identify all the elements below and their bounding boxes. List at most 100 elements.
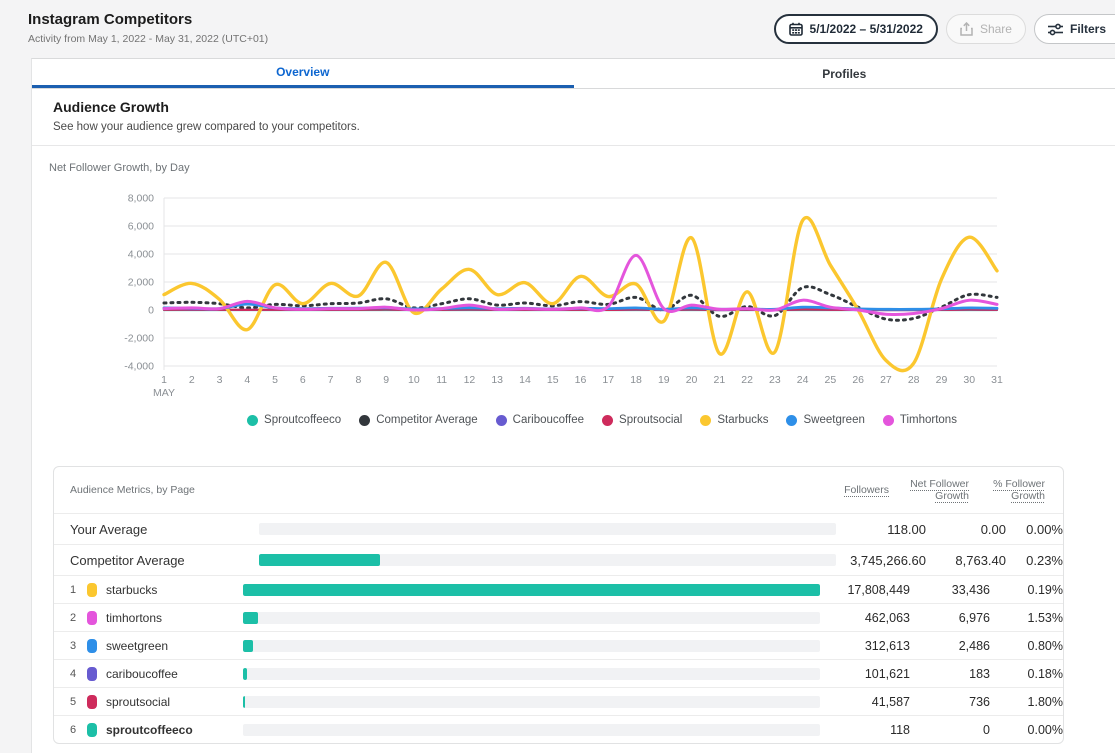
followers-value: 41,587	[820, 695, 910, 709]
svg-text:14: 14	[519, 374, 531, 386]
followers-bar	[243, 612, 820, 624]
svg-text:7: 7	[328, 374, 334, 386]
table-row-sproutcoffeeco[interactable]: 6 sproutcoffeeco 118 0 0.00%	[54, 715, 1063, 743]
header-actions: 5/1/2022 – 5/31/2022 Share Filters	[774, 14, 1115, 44]
svg-text:26: 26	[852, 374, 864, 386]
tab-bar: Overview Profiles	[32, 59, 1115, 89]
legend-item[interactable]: Sproutsocial	[602, 414, 682, 426]
row-label: Your Average	[70, 522, 259, 537]
rank: 1	[70, 584, 78, 596]
tab-overview[interactable]: Overview	[32, 59, 574, 88]
profile-color-swatch	[87, 667, 97, 681]
pct-growth-value: 0.00%	[990, 723, 1063, 737]
pct-growth-value: 1.53%	[990, 611, 1063, 625]
followers-value: 3,745,266.60	[836, 553, 926, 568]
column-header-pct-follower-growth[interactable]: % Follower Growth	[969, 478, 1045, 502]
legend-color-dot	[359, 415, 370, 426]
profile-name: cariboucoffee	[106, 667, 178, 681]
net-growth-value: 736	[910, 695, 990, 709]
svg-text:10: 10	[408, 374, 420, 386]
net-growth-value: 0	[910, 723, 990, 737]
legend-color-dot	[247, 415, 258, 426]
date-range-button[interactable]: 5/1/2022 – 5/31/2022	[774, 14, 938, 44]
profile-color-swatch	[87, 639, 97, 653]
legend-label: Sproutsocial	[619, 414, 682, 426]
net-follower-growth-chart: Net Follower Growth, by Day 8,0006,0004,…	[32, 146, 1115, 426]
svg-text:-4,000: -4,000	[124, 361, 154, 373]
svg-text:12: 12	[464, 374, 476, 386]
legend-item[interactable]: Timhortons	[883, 414, 957, 426]
rank: 2	[70, 612, 78, 624]
filters-icon	[1048, 23, 1063, 36]
profile-name: sweetgreen	[106, 639, 168, 653]
legend-label: Competitor Average	[376, 414, 477, 426]
svg-text:22: 22	[741, 374, 753, 386]
column-header-net-follower-growth[interactable]: Net Follower Growth	[897, 478, 969, 502]
svg-text:3: 3	[217, 374, 223, 386]
svg-text:17: 17	[602, 374, 614, 386]
profile-color-swatch	[87, 695, 97, 709]
legend-label: Sweetgreen	[803, 414, 864, 426]
svg-text:24: 24	[797, 374, 809, 386]
svg-text:21: 21	[713, 374, 725, 386]
svg-text:30: 30	[963, 374, 975, 386]
svg-text:27: 27	[880, 374, 892, 386]
table-row-sweetgreen[interactable]: 3 sweetgreen 312,613 2,486 0.80%	[54, 631, 1063, 659]
table-title: Audience Metrics, by Page	[70, 484, 799, 496]
share-button[interactable]: Share	[946, 14, 1026, 44]
legend-item[interactable]: Starbucks	[700, 414, 768, 426]
legend-item[interactable]: Cariboucoffee	[496, 414, 584, 426]
followers-bar	[259, 523, 836, 535]
net-growth-value: 6,976	[910, 611, 990, 625]
svg-text:25: 25	[825, 374, 837, 386]
legend-item[interactable]: Competitor Average	[359, 414, 477, 426]
legend-color-dot	[602, 415, 613, 426]
svg-text:0: 0	[148, 305, 154, 317]
profile-color-swatch	[87, 611, 97, 625]
table-row-timhortons[interactable]: 2 timhortons 462,063 6,976 1.53%	[54, 603, 1063, 631]
page-header: Instagram Competitors Activity from May …	[0, 0, 1115, 57]
pct-growth-value: 1.80%	[990, 695, 1063, 709]
followers-bar	[243, 696, 820, 708]
svg-text:5: 5	[272, 374, 278, 386]
legend-item[interactable]: Sproutcoffeeco	[247, 414, 341, 426]
followers-value: 118.00	[836, 522, 926, 537]
svg-text:-2,000: -2,000	[124, 333, 154, 345]
share-icon	[960, 22, 973, 36]
svg-text:13: 13	[491, 374, 503, 386]
legend-item[interactable]: Sweetgreen	[786, 414, 864, 426]
svg-text:2: 2	[189, 374, 195, 386]
share-label: Share	[980, 22, 1012, 36]
svg-text:9: 9	[383, 374, 389, 386]
svg-text:19: 19	[658, 374, 670, 386]
svg-text:4,000: 4,000	[128, 249, 154, 261]
table-row-competitor-average[interactable]: Competitor Average 3,745,266.60 8,763.40…	[54, 544, 1063, 575]
column-header-followers[interactable]: Followers	[799, 484, 889, 496]
net-growth-value: 33,436	[910, 583, 990, 597]
followers-value: 312,613	[820, 639, 910, 653]
legend-label: Cariboucoffee	[513, 414, 584, 426]
svg-text:15: 15	[547, 374, 559, 386]
table-row-starbucks[interactable]: 1 starbucks 17,808,449 33,436 0.19%	[54, 575, 1063, 603]
filters-button[interactable]: Filters	[1034, 14, 1115, 44]
calendar-icon	[789, 22, 803, 36]
followers-bar	[243, 724, 820, 736]
svg-text:6: 6	[300, 374, 306, 386]
table-row-cariboucoffee[interactable]: 4 cariboucoffee 101,621 183 0.18%	[54, 659, 1063, 687]
table-row-your-average[interactable]: Your Average 118.00 0.00 0.00%	[54, 513, 1063, 544]
profile-name: starbucks	[106, 583, 157, 597]
legend-color-dot	[700, 415, 711, 426]
table-header-row: Audience Metrics, by Page Followers Net …	[54, 467, 1063, 513]
followers-value: 462,063	[820, 611, 910, 625]
tab-profiles[interactable]: Profiles	[574, 59, 1115, 88]
svg-text:11: 11	[436, 374, 447, 386]
legend-label: Sproutcoffeeco	[264, 414, 341, 426]
svg-text:18: 18	[630, 374, 642, 386]
svg-text:MAY: MAY	[153, 387, 175, 399]
table-row-sproutsocial[interactable]: 5 sproutsocial 41,587 736 1.80%	[54, 687, 1063, 715]
pct-growth-value: 0.19%	[990, 583, 1063, 597]
line-chart-canvas: 8,0006,0004,0002,0000-2,000-4,0001234567…	[109, 188, 1014, 406]
net-growth-value: 2,486	[910, 639, 990, 653]
rank: 6	[70, 724, 78, 736]
pct-growth-value: 0.80%	[990, 639, 1063, 653]
